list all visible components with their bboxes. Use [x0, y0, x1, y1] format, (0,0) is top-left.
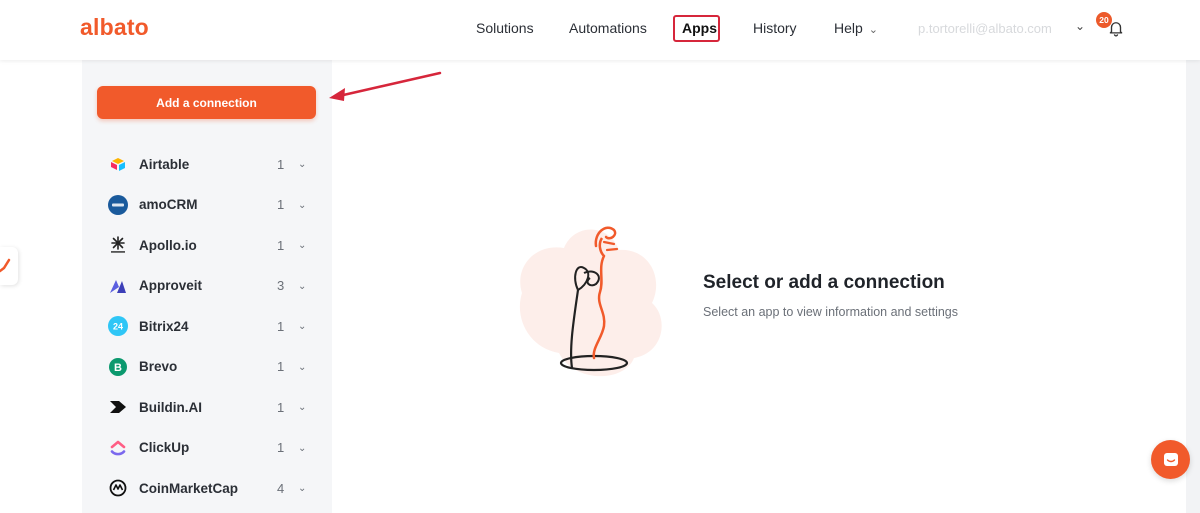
add-connection-button[interactable]: Add a connection	[97, 86, 316, 119]
app-name: Buildin.AI	[139, 399, 202, 415]
chevron-down-icon[interactable]: ⌄	[298, 483, 306, 494]
app-count: 1	[277, 156, 285, 172]
buildin-icon	[108, 397, 128, 417]
nav-help-label: Help	[834, 20, 863, 36]
chat-icon	[1163, 452, 1178, 466]
nav-help[interactable]: Help ⌄	[834, 20, 878, 36]
app-name: Brevo	[139, 359, 178, 375]
app-item-apollo[interactable]: Apollo.io 1 ⌄	[108, 225, 318, 266]
nav-solutions[interactable]: Solutions	[476, 20, 534, 36]
app-item-clickup[interactable]: ClickUp 1 ⌄	[108, 428, 318, 469]
side-widget-tab[interactable]	[0, 247, 18, 285]
nav-history[interactable]: History	[753, 20, 797, 36]
app-count: 3	[277, 278, 285, 294]
check-mark-icon	[0, 258, 11, 273]
app-item-bitrix24[interactable]: 24 Bitrix24 1 ⌄	[108, 306, 318, 347]
app-count: 1	[277, 399, 285, 415]
app-item-airtable[interactable]: Airtable 1 ⌄	[108, 144, 318, 185]
svg-text:24: 24	[113, 322, 123, 332]
nav-apps[interactable]: Apps	[682, 20, 717, 36]
app-count: 4	[277, 480, 285, 496]
app-count: 1	[277, 359, 285, 375]
app-item-coinmarketcap[interactable]: CoinMarketCap 4 ⌄	[108, 468, 318, 509]
app-item-approveit[interactable]: Approveit 3 ⌄	[108, 266, 318, 307]
chevron-down-icon[interactable]: ⌄	[298, 159, 306, 170]
chevron-down-icon[interactable]: ⌄	[298, 281, 306, 292]
user-email[interactable]: p.tortorelli@albato.com	[918, 21, 1052, 36]
chevron-down-icon[interactable]: ⌄	[298, 321, 306, 332]
chevron-down-icon[interactable]: ⌄	[298, 443, 306, 454]
top-header: albato Solutions Automations Apps Histor…	[0, 0, 1200, 60]
app-name: Airtable	[139, 156, 190, 172]
chevron-down-icon[interactable]: ⌄	[298, 402, 306, 413]
app-item-buildin[interactable]: Buildin.AI 1 ⌄	[108, 387, 318, 428]
app-count: 1	[277, 440, 285, 456]
app-count: 1	[277, 237, 285, 253]
approveit-icon	[108, 276, 128, 296]
chevron-down-icon[interactable]: ⌄	[298, 362, 306, 373]
coinmarketcap-icon	[108, 478, 128, 498]
app-name: CoinMarketCap	[139, 480, 239, 496]
empty-state-subtitle: Select an app to view information and se…	[703, 305, 959, 319]
chevron-down-icon[interactable]: ⌄	[1075, 19, 1085, 33]
chat-launcher-button[interactable]	[1151, 440, 1190, 479]
chevron-down-icon: ⌄	[868, 24, 879, 36]
app-item-amocrm[interactable]: amoCRM 1 ⌄	[108, 185, 318, 226]
brevo-icon: B	[108, 357, 128, 377]
albato-logo[interactable]: albato	[80, 14, 149, 41]
airtable-icon	[108, 154, 128, 174]
empty-state-title: Select or add a connection	[703, 272, 945, 293]
nav-automations[interactable]: Automations	[569, 20, 647, 36]
svg-text:B: B	[114, 362, 122, 374]
app-name: ClickUp	[139, 440, 190, 456]
app-count: 1	[277, 197, 285, 213]
page-scrollbar[interactable]	[1186, 60, 1200, 513]
amocrm-icon	[108, 194, 128, 215]
apollo-icon	[108, 235, 128, 255]
annotation-arrow-icon	[329, 71, 442, 101]
app-item-brevo[interactable]: B Brevo 1 ⌄	[108, 347, 318, 388]
app-name: Bitrix24	[139, 318, 189, 334]
chevron-down-icon[interactable]: ⌄	[298, 240, 306, 251]
app-name: amoCRM	[139, 197, 198, 213]
app-list: Airtable 1 ⌄ amoCRM 1 ⌄ Apollo.io 1 ⌄ Ap…	[108, 144, 318, 509]
clickup-icon	[108, 438, 128, 458]
notification-badge: 20	[1096, 12, 1112, 28]
app-count: 1	[277, 318, 285, 334]
app-name: Apollo.io	[139, 237, 197, 253]
chevron-down-icon[interactable]: ⌄	[298, 200, 306, 211]
bitrix24-icon: 24	[108, 316, 128, 337]
plug-illustration-icon	[519, 226, 662, 377]
app-name: Approveit	[139, 278, 203, 294]
